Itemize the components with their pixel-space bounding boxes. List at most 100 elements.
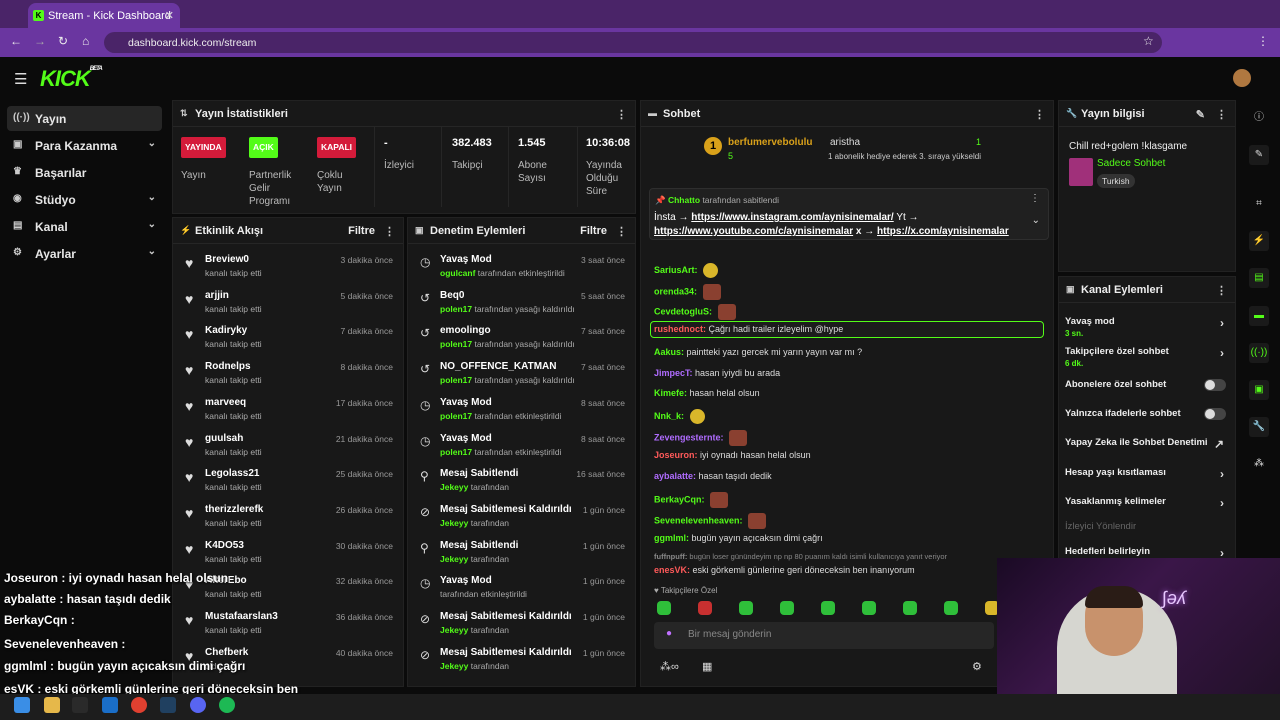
highlighted-message[interactable]: rushednoct: Çağrı hadi trailer izleyelim… [650,321,1044,338]
steam-icon[interactable] [160,697,176,713]
kick-logo[interactable]: KICKBETA [40,66,103,92]
document-icon[interactable]: ▤ [1249,268,1269,288]
store-icon[interactable] [72,697,88,713]
more-options-icon[interactable]: ⋮ [616,225,627,238]
file-explorer-icon[interactable] [44,697,60,713]
chat-message[interactable]: Kimefe: hasan helal olsun [654,388,760,398]
category-thumbnail[interactable] [1069,158,1093,186]
list-item[interactable]: ◷ Yavaş Mod polen17 tarafından etkinleştir… [416,393,629,428]
sidebar-item-para-kazanma[interactable]: ▣ Para Kazanma ⌄ [7,133,162,158]
list-item[interactable]: ⊘ Mesaj Sabitlemesi Kaldırıldı Jekeyy tara… [416,607,629,642]
list-item[interactable]: ♥ Legolass21 kanalı takip etti 25 dakika ön… [181,464,397,499]
chat-username[interactable]: Nnk_k: [654,411,684,421]
moderation-icon[interactable]: ▣ [1249,380,1269,400]
chat-username[interactable]: aybalatte: [654,471,696,481]
bookmark-star-icon[interactable]: ☆ [1143,34,1154,48]
spotify-icon[interactable] [219,697,235,713]
sidebar-item-yayin[interactable]: ((·)) Yayın [7,106,162,131]
chat-username[interactable]: CevdetogluS: [654,306,712,316]
chat-username[interactable]: rushednoct: [654,324,706,334]
youtube-link[interactable]: https://www.youtube.com/c/aynisinemalar [654,226,853,237]
chat-message[interactable]: enesVK: eski görkemli günlerine geri dön… [654,565,915,575]
chat-message[interactable]: JimpecT: hasan iyiydi bu arada [654,368,780,378]
more-options-icon[interactable]: ⋮ [1216,108,1227,121]
chat-username[interactable]: orenda34: [654,286,697,296]
instagram-link[interactable]: https://www.instagram.com/aynisinemalar/ [691,212,893,223]
channel-action-row[interactable]: Hesap yaşı kısıtlaması › [1065,467,1230,481]
list-item[interactable]: ↺ emoolingo polen17 tarafından yasağı kald… [416,321,629,356]
channel-action-row[interactable]: Hedefleri belirleyin › [1065,546,1230,560]
stream-tag[interactable]: Turkish [1097,174,1135,188]
discord-icon[interactable] [190,697,206,713]
channel-action-row[interactable]: Abonelere özel sohbet [1065,379,1230,391]
list-item[interactable]: ♥ K4DO53 kanalı takip etti 30 dakika önce [181,536,397,571]
list-item[interactable]: ♥ therizzlerefk kanalı takip etti 26 dakika… [181,500,397,535]
browser-menu-icon[interactable]: ⋮ [1257,34,1269,48]
list-item[interactable]: ♥ marveeq kanalı takip etti 17 dakika önce [181,393,397,428]
list-item[interactable]: ◷ Yavaş Mod polen17 tarafından etkinleştir… [416,429,629,464]
more-options-icon[interactable]: ⋮ [616,108,627,121]
list-item[interactable]: ⚲ Mesaj Sabitlendi Jekeyy tarafından 16 saa… [416,464,629,499]
chat-username[interactable]: JimpecT: [654,368,693,378]
apps-icon[interactable]: ⁂ [1249,454,1269,474]
channel-action-row[interactable]: Yalnızca ifadelerle sohbet [1065,408,1230,420]
list-item[interactable]: ◷ Yavaş Mod ogulcanf tarafından etkinleşti… [416,250,629,285]
home-icon[interactable]: ⌂ [82,34,89,48]
user-avatar[interactable] [1233,69,1251,87]
sidebar-item-basarilar[interactable]: ♛ Başarılar [7,160,162,185]
list-item[interactable]: ♥ arjjin kanalı takip etti 5 dakika önce [181,286,397,321]
broadcast-icon[interactable]: ((·)) [1249,343,1269,363]
sidebar-item-kanal[interactable]: ▤ Kanal ⌄ [7,214,162,239]
more-options-icon[interactable]: ⋮ [384,225,395,238]
url-field[interactable]: dashboard.kick.com/stream [104,32,1162,53]
channel-action-row[interactable]: Yavaş mod 3 sn. › [1065,316,1230,338]
chat-message[interactable]: SariusArt: [654,263,719,278]
chat-username[interactable]: Kimefe: [654,388,687,398]
chat-message[interactable]: Joseuron: iyi oynadı hasan helal olsun [654,450,811,460]
info-icon[interactable]: ⓘ [1249,108,1269,128]
chat-message[interactable]: BerkayCqn: [654,492,729,508]
list-item[interactable]: ♥ Kadiryky kanalı takip etti 7 dakika önce [181,321,397,356]
browser-tab[interactable]: K Stream - Kick Dashboard ✕ [28,3,180,28]
chat-username[interactable]: enesVK: [654,565,690,575]
chat-username[interactable]: ggmlml: [654,533,689,543]
channel-action-row[interactable]: Yapay Zeka ile Sohbet Denetimi ↗ [1065,437,1230,451]
forward-icon[interactable]: → [34,34,46,48]
chrome-icon[interactable] [131,697,147,713]
chat-message[interactable]: Aakus: paintteki yazı gercek mi yarın ya… [654,347,862,357]
toggle-switch[interactable] [1204,379,1226,391]
bolt-icon[interactable]: ⚡ [1249,231,1269,251]
chat-username[interactable]: BerkayCqn: [654,494,705,504]
list-item[interactable]: ↺ NO_OFFENCE_KATMAN polen17 tarafından yas… [416,357,629,392]
chat-message[interactable]: Nnk_k: [654,409,705,424]
chat-username[interactable]: Sevenelevenheaven: [654,515,743,525]
chat-username[interactable]: Zevengesternte: [654,432,724,442]
emote-picker-icon[interactable]: ⁂∞ [660,660,679,673]
sidebar-item-ayarlar[interactable]: ⚙ Ayarlar ⌄ [7,241,162,266]
chat-message[interactable]: aybalatte: hasan taşıdı dedik [654,471,772,481]
menu-icon[interactable]: ☰ [14,70,27,88]
list-item[interactable]: ♥ Rodnelps kanalı takip etti 8 dakika önce [181,357,397,392]
chat-message[interactable]: orenda34: [654,284,721,300]
gift-user-name[interactable]: aristha [830,137,860,148]
top-gifter-name[interactable]: berfumervebolulu [728,137,812,148]
channel-action-row[interactable]: Takipçilere özel sohbet 6 dk. › [1065,346,1230,368]
more-options-icon[interactable]: ⋮ [1216,284,1227,297]
chat-message[interactable]: CevdetogluS: [654,304,736,320]
chat-message[interactable]: ggmlml: bugün yayın açıcaksın dimi çağrı [654,533,823,543]
close-tab-icon[interactable]: ✕ [165,9,174,22]
emote-bar[interactable] [657,601,997,620]
chat-message[interactable]: Zevengesternte: [654,430,748,446]
list-item[interactable]: ♥ guulsah kanalı takip etti 21 dakika önce [181,429,397,464]
list-item[interactable]: ⊘ Mesaj Sabitlemesi Kaldırıldı Jekeyy tara… [416,500,629,535]
chat-username[interactable]: Aakus: [654,347,684,357]
filter-button[interactable]: Filtre [580,225,607,237]
wrench-icon[interactable]: 🔧 [1249,417,1269,437]
list-item[interactable]: ↺ Beq0 polen17 tarafından yasağı kaldırıld… [416,286,629,321]
reload-icon[interactable]: ↻ [58,34,68,48]
chat-bubble-icon[interactable]: ▬ [1249,306,1269,326]
list-item[interactable]: ⊘ Mesaj Sabitlemesi Kaldırıldı Jekeyy tara… [416,643,629,678]
start-icon[interactable] [14,697,30,713]
list-item[interactable]: ◷ Yavaş Mod tarafından etkinleştirildi 1 g… [416,571,629,606]
filter-button[interactable]: Filtre [348,225,375,237]
